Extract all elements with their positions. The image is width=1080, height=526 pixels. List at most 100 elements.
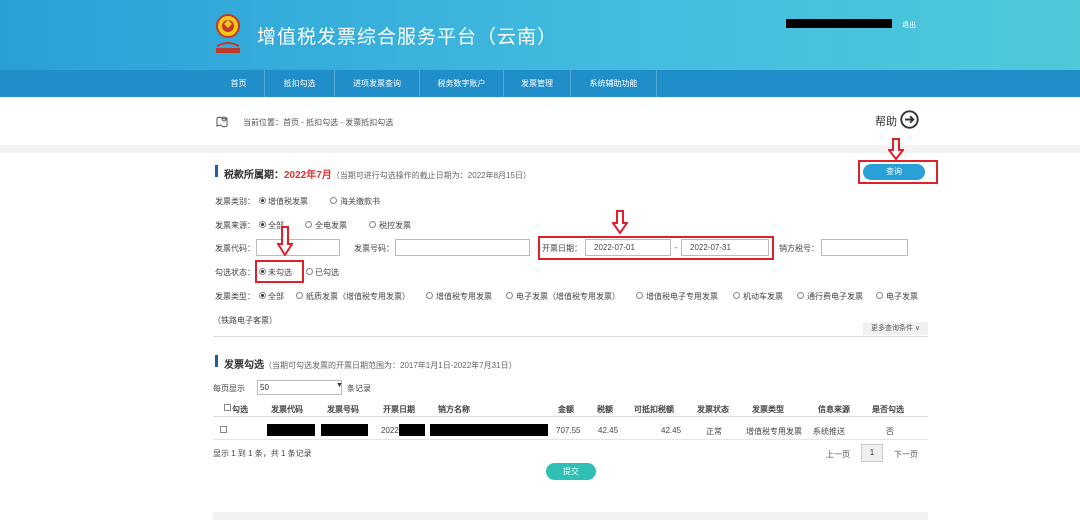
- redacted-seller-name: [430, 424, 548, 436]
- down-arrow-icon: [277, 226, 293, 256]
- per-page-label: 每页显示: [213, 384, 245, 393]
- col-status: 发票状态: [697, 405, 729, 414]
- col-check: 勾选: [232, 405, 248, 414]
- opt-type-vat-special: 增值税专用发票: [436, 292, 492, 301]
- col-tax: 税额: [597, 405, 613, 414]
- radio-source-full-digital[interactable]: [305, 221, 312, 228]
- more-conditions-button[interactable]: 更多查询条件 ∨: [863, 322, 928, 335]
- opt-type-toll-e: 通行费电子发票: [807, 292, 863, 301]
- radio-type-toll-e[interactable]: [797, 292, 804, 299]
- divider: [213, 336, 928, 337]
- tax-emblem-logo: [216, 14, 240, 53]
- opt-type-e-invoice-wrap: （铁路电子客票）: [213, 316, 277, 325]
- invoice-type-label: 发票类型：: [215, 292, 255, 301]
- nav-tax-digital-account[interactable]: 税务数字账户: [420, 70, 504, 97]
- col-deductible-tax: 可抵扣税额: [634, 405, 674, 414]
- opt-type-e-special: 电子发票（增值税专用发票）: [516, 292, 620, 301]
- highlight-issue-date: [538, 236, 774, 260]
- nav-deduction-check[interactable]: 抵扣勾选: [265, 70, 335, 97]
- cell-source: 系统推送: [813, 427, 845, 436]
- tax-period-title: 税款所属期：2022年7月（当期可进行勾选操作的截止日期为：2022年8月15日…: [224, 166, 531, 181]
- records-summary: 显示 1 到 1 条，共 1 条记录: [213, 449, 312, 458]
- invoice-check-note: （当期可勾选发票的开票日期范围为：2017年1月1日-2022年7月31日）: [264, 361, 517, 370]
- prev-page-button[interactable]: 上一页: [826, 449, 850, 460]
- breadcrumb: 当前位置：首页 - 抵扣勾选 - 发票抵扣勾选: [243, 118, 394, 127]
- col-invoice-code: 发票代码: [271, 405, 303, 414]
- invoice-category-label: 发票类别：: [215, 197, 255, 206]
- per-page-suffix: 条记录: [347, 384, 371, 393]
- col-invoice-number: 发票号码: [327, 405, 359, 414]
- nav-input-invoice-query[interactable]: 进项发票查询: [335, 70, 420, 97]
- radio-customs-payment[interactable]: [330, 197, 337, 204]
- radio-type-vat-e-special[interactable]: [636, 292, 643, 299]
- redacted-invoice-code: [267, 424, 315, 436]
- map-pin-icon: [216, 116, 228, 128]
- select-all-checkbox[interactable]: [224, 404, 231, 411]
- footer-band: [213, 512, 928, 520]
- page-number-button[interactable]: 1: [861, 444, 883, 462]
- opt-customs-payment: 海关缴款书: [340, 197, 380, 206]
- check-status-label: 勾选状态：: [215, 268, 255, 277]
- down-arrow-icon: [888, 138, 904, 160]
- opt-type-paper-special: 纸质发票（增值税专用发票）: [306, 292, 410, 301]
- col-seller-name: 销方名称: [438, 405, 470, 414]
- app-title: 增值税发票综合服务平台（云南）: [257, 27, 558, 48]
- tax-period-note: （当期可进行勾选操作的截止日期为：2022年8月15日）: [331, 171, 531, 180]
- col-source: 信息来源: [818, 405, 850, 414]
- divider-band: [0, 145, 1080, 153]
- cell-tax: 42.45: [598, 426, 619, 435]
- radio-type-paper-special[interactable]: [296, 292, 303, 299]
- radio-type-vat-special[interactable]: [426, 292, 433, 299]
- radio-checked[interactable]: [306, 268, 313, 275]
- opt-source-full-digital: 全电发票: [315, 221, 347, 230]
- opt-type-vat-e-special: 增值税电子专用发票: [646, 292, 718, 301]
- caret-down-icon: ▼: [336, 382, 343, 389]
- nav-system-tools[interactable]: 系统辅助功能: [571, 70, 657, 97]
- radio-type-all[interactable]: [259, 292, 266, 299]
- nav-invoice-management[interactable]: 发票管理: [504, 70, 571, 97]
- section-marker: [215, 355, 218, 367]
- submit-button[interactable]: 提交: [546, 463, 596, 480]
- invoice-number-label: 发票号码：: [354, 244, 394, 253]
- redacted-issue-date: [399, 424, 425, 436]
- radio-source-tax-control[interactable]: [369, 221, 376, 228]
- down-arrow-icon: [612, 210, 628, 234]
- redacted-username: [786, 19, 892, 28]
- row-checkbox[interactable]: [220, 426, 227, 433]
- arrow-right-circle-icon[interactable]: [900, 110, 919, 129]
- opt-type-e-invoice: 电子发票: [886, 292, 918, 301]
- next-page-button[interactable]: 下一页: [894, 449, 918, 460]
- radio-type-e-invoice[interactable]: [876, 292, 883, 299]
- radio-source-all[interactable]: [259, 221, 266, 228]
- nav-home[interactable]: 首页: [213, 70, 265, 97]
- cell-deductible-tax: 42.45: [661, 426, 682, 435]
- col-type: 发票类型: [752, 405, 784, 414]
- col-issue-date: 开票日期: [383, 405, 415, 414]
- redacted-invoice-number: [321, 424, 368, 436]
- seller-tax-input[interactable]: [821, 239, 908, 256]
- radio-type-e-special[interactable]: [506, 292, 513, 299]
- opt-checked: 已勾选: [315, 268, 339, 277]
- invoice-source-label: 发票来源：: [215, 221, 255, 230]
- help-link[interactable]: 帮助: [875, 113, 897, 129]
- radio-type-motor-vehicle[interactable]: [733, 292, 740, 299]
- invoice-check-label: 发票勾选: [224, 360, 264, 371]
- per-page-select[interactable]: 50: [257, 380, 342, 395]
- section-marker: [215, 165, 218, 177]
- opt-type-all: 全部: [268, 292, 284, 301]
- opt-source-tax-control: 税控发票: [379, 221, 411, 230]
- highlight-query: [858, 160, 938, 184]
- tax-period-label: 税款所属期：: [224, 170, 284, 181]
- logout-link[interactable]: 退出: [902, 20, 916, 30]
- cell-is-checked: 否: [886, 427, 894, 436]
- radio-vat-invoice[interactable]: [259, 197, 266, 204]
- cell-type: 增值税专用发票: [746, 427, 802, 436]
- invoice-number-input[interactable]: [395, 239, 530, 256]
- tax-period-value: 2022年7月: [284, 170, 332, 181]
- invoice-code-input[interactable]: [256, 239, 340, 256]
- cell-amount: 707.55: [556, 426, 581, 435]
- invoice-check-title: 发票勾选（当期可勾选发票的开票日期范围为：2017年1月1日-2022年7月31…: [224, 356, 517, 371]
- opt-vat-invoice: 增值税发票: [268, 197, 308, 206]
- main-nav: 首页 抵扣勾选 进项发票查询 税务数字账户 发票管理 系统辅助功能: [0, 70, 1080, 97]
- highlight-check-status: [255, 260, 304, 283]
